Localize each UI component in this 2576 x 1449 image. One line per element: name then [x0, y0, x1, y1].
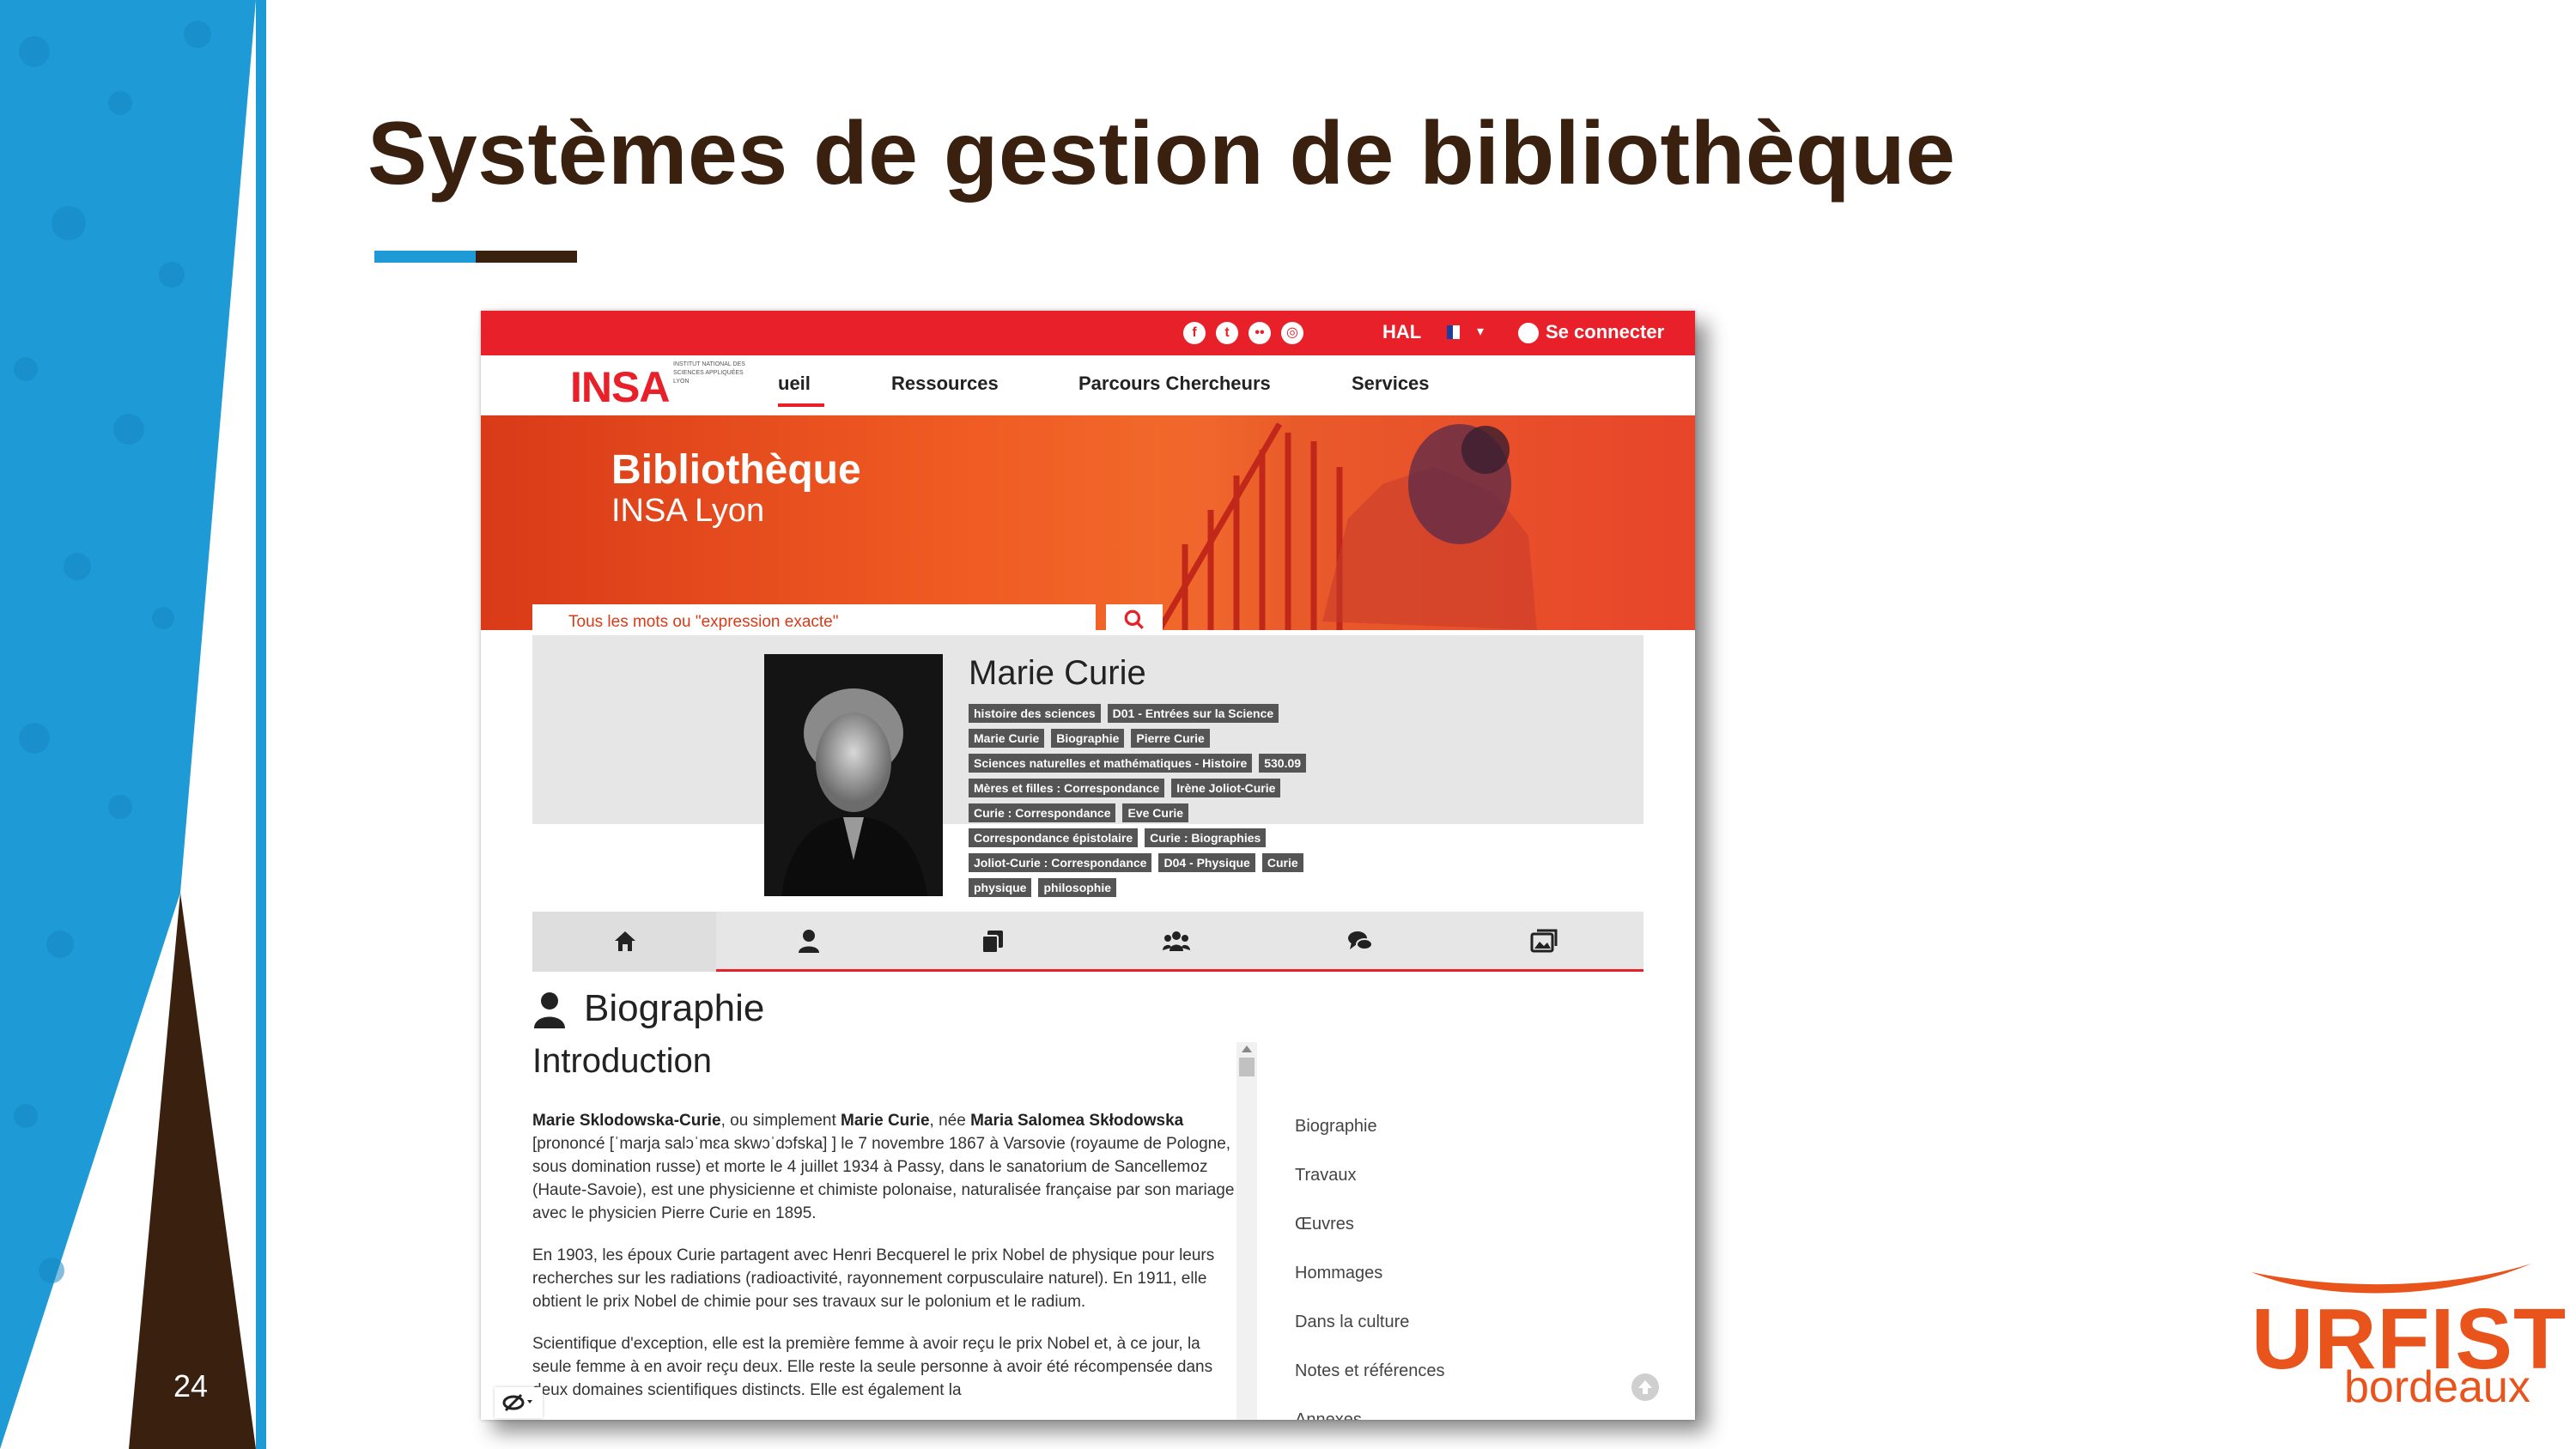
subject-tag[interactable]: Curie : Correspondance: [969, 803, 1116, 822]
toc-link[interactable]: Hommages: [1295, 1249, 1552, 1298]
library-website-screenshot: f t •• ◎ HAL ▾ Se connecter INSA INSTITU…: [481, 311, 1695, 1420]
group-icon: [1163, 931, 1190, 951]
hero-title: Bibliothèque: [611, 447, 861, 493]
slide-page-number: 24: [173, 1368, 209, 1404]
subject-tag[interactable]: Curie: [1261, 853, 1303, 872]
author-profile-card: Marie Curie histoire des sciences D01 - E…: [532, 635, 1643, 897]
tab-works[interactable]: [900, 912, 1084, 972]
tab-biography[interactable]: [716, 912, 900, 972]
search-box: [532, 604, 1096, 635]
tag-row: Joliot-Curie : Correspondance D04 - Physi…: [969, 853, 1381, 878]
accessibility-button[interactable]: [495, 1387, 543, 1418]
subject-tag[interactable]: physique: [969, 878, 1032, 897]
subject-tag[interactable]: Joliot-Curie : Correspondance: [969, 853, 1152, 872]
subject-tag[interactable]: D04 - Physique: [1158, 853, 1255, 872]
nav-services[interactable]: Services: [1352, 373, 1430, 395]
article-scrollbar[interactable]: [1236, 1042, 1257, 1420]
nav-resources[interactable]: Ressources: [891, 373, 999, 395]
facebook-icon[interactable]: f: [1183, 322, 1206, 344]
subject-tag[interactable]: Irène Joliot-Curie: [1171, 779, 1281, 797]
back-to-top-button[interactable]: [1631, 1373, 1659, 1401]
biography-text: Marie Sklodowska-Curie, ou simplement Ma…: [532, 1109, 1236, 1420]
subject-tag[interactable]: Biographie: [1051, 729, 1125, 748]
tag-row: Mères et filles : Correspondance Irène Jo…: [969, 779, 1381, 803]
twitter-icon[interactable]: t: [1216, 322, 1238, 344]
subject-tag[interactable]: D01 - Entrées sur la Science: [1107, 704, 1279, 723]
insa-logo-subtitle: INSTITUT NATIONAL DES SCIENCES APPLIQUÉE…: [673, 361, 745, 385]
subject-tag[interactable]: 530.09: [1259, 754, 1307, 773]
subject-tag[interactable]: Correspondance épistolaire: [969, 828, 1139, 847]
author-name: Marie Curie: [969, 654, 1146, 692]
introduction-heading: Introduction: [532, 1042, 713, 1080]
urfist-logo: URFIST bordeaux: [2250, 1262, 2566, 1416]
staircase-photo: [1125, 415, 1695, 630]
toc-link[interactable]: Œuvres: [1295, 1200, 1552, 1249]
profile-tab-bar: [532, 912, 1643, 972]
toc-link[interactable]: Travaux: [1295, 1151, 1552, 1200]
toc-link[interactable]: Biographie: [1295, 1102, 1552, 1151]
main-navigation: INSA INSTITUT NATIONAL DES SCIENCES APPL…: [481, 355, 1695, 415]
subject-tag[interactable]: philosophie: [1038, 878, 1117, 897]
tag-row: Correspondance épistolaire Curie : Biogra…: [969, 828, 1381, 853]
slide-title: Systèmes de gestion de bibliothèque: [368, 104, 1956, 203]
author-portrait: [764, 654, 943, 896]
scrollbar-thumb[interactable]: [1239, 1058, 1255, 1076]
tab-comments[interactable]: [1267, 912, 1451, 972]
instagram-icon[interactable]: ◎: [1281, 322, 1303, 344]
hero-subtitle: INSA Lyon: [611, 493, 765, 529]
tab-network[interactable]: [1084, 912, 1267, 972]
tab-home[interactable]: [532, 912, 716, 972]
subject-tag[interactable]: Curie : Biographies: [1145, 828, 1267, 847]
table-of-contents: Biographie Travaux Œuvres Hommages Dans la c…: [1295, 1102, 1552, 1420]
subject-tag[interactable]: Eve Curie: [1122, 803, 1189, 822]
subject-tag[interactable]: Mères et filles : Correspondance: [969, 779, 1165, 797]
tag-row: physique philosophie: [969, 878, 1381, 903]
urfist-city: bordeaux: [2344, 1362, 2530, 1412]
search-icon: [1124, 609, 1144, 629]
paragraph: Marie Sklodowska-Curie, ou simplement Ma…: [532, 1112, 1235, 1222]
person-icon: [799, 930, 819, 953]
toc-link[interactable]: Dans la culture: [1295, 1298, 1552, 1347]
top-utility-bar: f t •• ◎ HAL ▾ Se connecter: [481, 311, 1695, 355]
person-icon: [534, 992, 565, 1028]
paragraph: Scientifique d'exception, elle est la pr…: [532, 1335, 1213, 1399]
tag-row: Marie Curie Biographie Pierre Curie: [969, 729, 1381, 754]
search-input[interactable]: [532, 604, 1096, 635]
tag-row: Curie : Correspondance Eve Curie: [969, 803, 1381, 828]
login-link[interactable]: Se connecter: [1546, 321, 1664, 343]
comments-icon: [1348, 931, 1373, 950]
nav-home[interactable]: ueil: [778, 373, 824, 407]
toc-link[interactable]: Notes et références: [1295, 1347, 1552, 1396]
french-flag-icon[interactable]: [1447, 325, 1466, 339]
search-button[interactable]: [1106, 604, 1163, 635]
hero-banner: Bibliothèque INSA Lyon: [481, 415, 1695, 630]
flickr-icon[interactable]: ••: [1249, 322, 1271, 344]
insa-logo[interactable]: INSA: [570, 362, 670, 412]
tab-images[interactable]: [1451, 912, 1635, 972]
toc-link[interactable]: Annexes: [1295, 1396, 1552, 1420]
tag-row: histoire des sciences D01 - Entrées sur l…: [969, 704, 1381, 729]
tag-row: Sciences naturelles et mathématiques - H…: [969, 754, 1381, 779]
documents-icon: [981, 931, 1003, 954]
slide-side-decoration: [0, 0, 266, 1449]
hal-link[interactable]: HAL: [1382, 321, 1421, 343]
subject-tag[interactable]: Marie Curie: [969, 729, 1045, 748]
paragraph: En 1903, les époux Curie partagent avec …: [532, 1246, 1215, 1311]
subject-tag[interactable]: Sciences naturelles et mathématiques - H…: [969, 754, 1253, 773]
eye-slash-icon: [502, 1393, 532, 1412]
user-icon: [1518, 323, 1539, 343]
scroll-up-arrow-icon[interactable]: [1242, 1046, 1252, 1052]
home-icon: [615, 931, 635, 951]
nav-researchers[interactable]: Parcours Chercheurs: [1078, 373, 1271, 395]
arrow-up-icon: [1638, 1380, 1652, 1394]
language-dropdown-chevron-icon[interactable]: ▾: [1477, 323, 1484, 340]
images-icon: [1530, 929, 1558, 953]
subject-tag[interactable]: Pierre Curie: [1131, 729, 1210, 748]
title-underline: [374, 251, 577, 263]
subject-tags: histoire des sciences D01 - Entrées sur l…: [969, 704, 1381, 903]
section-title: Biographie: [584, 987, 765, 1029]
subject-tag[interactable]: histoire des sciences: [969, 704, 1101, 723]
